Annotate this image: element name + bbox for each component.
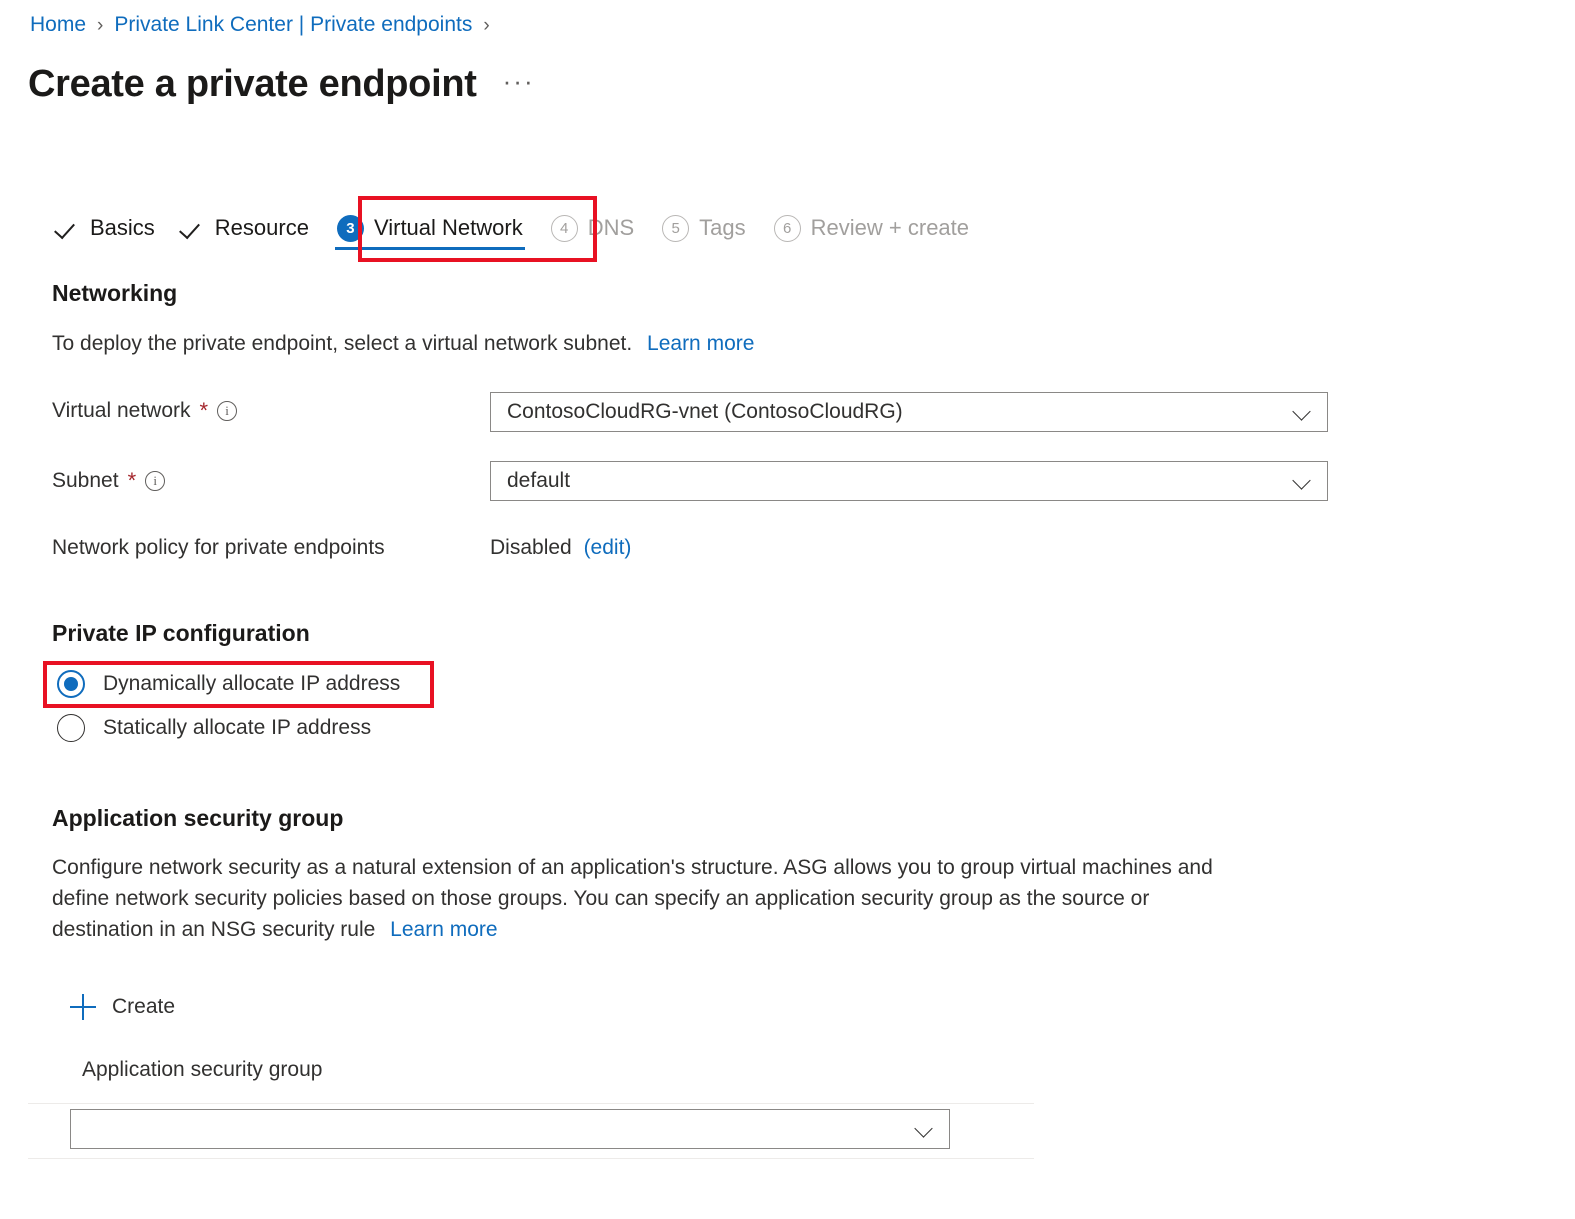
required-asterisk: * [127, 468, 137, 493]
asg-description-line-1: Configure network security as a natural … [52, 856, 1213, 879]
asg-divider-bottom [28, 1158, 1034, 1159]
tab-virtual-network[interactable]: 3 Virtual Network [323, 200, 537, 256]
asg-divider-top [28, 1103, 1034, 1104]
active-tab-underline [334, 246, 525, 250]
private-ip-heading: Private IP configuration [52, 620, 310, 646]
chevron-down-icon [913, 1118, 935, 1140]
subnet-label: Subnet * i [52, 468, 166, 493]
networking-heading: Networking [52, 280, 178, 306]
asg-description-line-3-wrap: destination in an NSG security rule Lear… [52, 914, 1322, 945]
check-icon [58, 217, 80, 239]
tab-label: DNS [587, 215, 635, 240]
tab-label: Resource [214, 215, 309, 240]
create-private-endpoint-page: Home › Private Link Center | Private end… [0, 0, 1575, 1219]
asg-learn-more-link[interactable]: Learn more [390, 918, 497, 941]
network-policy-label: Network policy for private endpoints [52, 536, 385, 559]
tab-dns[interactable]: 4 DNS [537, 200, 648, 256]
plus-icon [70, 994, 96, 1020]
asg-field-label: Application security group [82, 1058, 323, 1081]
networking-description-text: To deploy the private endpoint, select a… [52, 332, 633, 355]
step-number-badge: 6 [773, 214, 801, 242]
radio-label: Statically allocate IP address [103, 716, 372, 739]
tab-review-create[interactable]: 6 Review + create [760, 200, 983, 256]
tab-basics[interactable]: Basics [44, 200, 169, 256]
radio-statically-allocate[interactable]: Statically allocate IP address [57, 714, 371, 742]
asg-heading: Application security group [52, 805, 344, 831]
check-icon [183, 217, 205, 239]
radio-dynamically-allocate[interactable]: Dynamically allocate IP address [57, 670, 400, 698]
network-policy-edit-link[interactable]: (edit) [584, 536, 632, 559]
breadcrumb-item-home[interactable]: Home [30, 12, 86, 38]
chevron-right-icon: › [483, 14, 490, 36]
subnet-label-text: Subnet [52, 469, 119, 492]
breadcrumb-item-private-link-center[interactable]: Private Link Center | Private endpoints [114, 12, 472, 38]
networking-learn-more-link[interactable]: Learn more [647, 332, 754, 355]
tab-tags[interactable]: 5 Tags [648, 200, 759, 256]
create-asg-button-label: Create [112, 995, 176, 1018]
info-icon[interactable]: i [217, 401, 238, 421]
subnet-value: default [507, 469, 571, 492]
step-number-badge: 4 [550, 214, 578, 242]
asg-description-line-3: destination in an NSG security rule [52, 918, 376, 941]
network-policy-value-group: Disabled (edit) [490, 536, 631, 560]
step-number-badge: 5 [662, 214, 690, 242]
radio-icon-selected [57, 670, 85, 698]
tab-label: Basics [90, 215, 155, 240]
page-title: Create a private endpoint [28, 63, 477, 105]
virtual-network-label: Virtual network * i [52, 398, 238, 423]
radio-label: Dynamically allocate IP address [103, 672, 401, 695]
tab-resource[interactable]: Resource [169, 200, 323, 256]
required-asterisk: * [199, 398, 209, 423]
radio-icon-unselected [57, 714, 85, 742]
virtual-network-label-text: Virtual network [52, 399, 191, 422]
info-icon[interactable]: i [145, 471, 166, 491]
networking-description: To deploy the private endpoint, select a… [52, 328, 754, 359]
virtual-network-dropdown[interactable]: ContosoCloudRG-vnet (ContosoCloudRG) [490, 392, 1328, 432]
step-number-badge: 3 [336, 214, 364, 242]
asg-dropdown[interactable] [70, 1109, 950, 1149]
chevron-right-icon: › [97, 14, 104, 36]
network-policy-value: Disabled [490, 536, 572, 559]
tab-label: Virtual Network [373, 215, 523, 240]
tab-label: Review + create [810, 215, 970, 240]
asg-description-line-2: define network security policies based o… [52, 887, 1150, 910]
create-asg-button[interactable]: Create [70, 994, 175, 1020]
subnet-dropdown[interactable]: default [490, 461, 1328, 501]
virtual-network-value: ContosoCloudRG-vnet (ContosoCloudRG) [507, 400, 903, 423]
breadcrumb: Home › Private Link Center | Private end… [30, 12, 490, 38]
tab-label: Tags [699, 215, 746, 240]
chevron-down-icon [1291, 401, 1313, 423]
page-header: Create a private endpoint ··· [28, 60, 535, 108]
asg-description: Configure network security as a natural … [52, 852, 1322, 945]
wizard-tabs: Basics Resource 3 Virtual Network 4 DNS … [44, 200, 983, 256]
chevron-down-icon [1291, 470, 1313, 492]
more-options-icon[interactable]: ··· [503, 68, 535, 94]
